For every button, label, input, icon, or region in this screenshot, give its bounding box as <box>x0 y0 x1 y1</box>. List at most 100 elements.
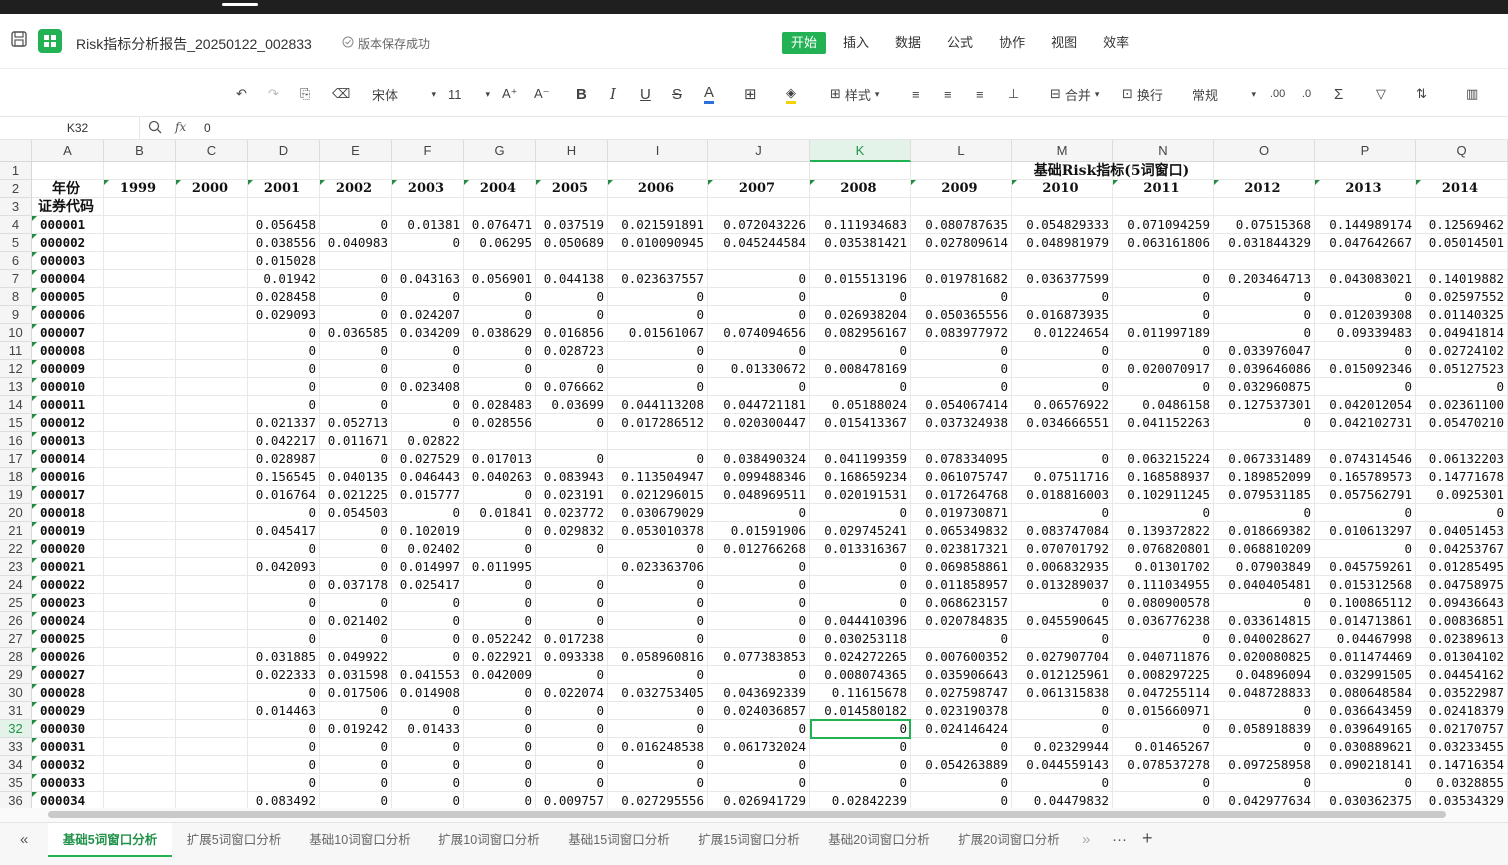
value-cell[interactable]: 0.013316367 <box>810 540 911 558</box>
value-cell[interactable]: 0.139372822 <box>1113 522 1214 540</box>
value-cell[interactable]: 0 <box>1214 414 1315 432</box>
value-cell[interactable]: 0 <box>248 612 320 630</box>
value-cell[interactable]: 0 <box>708 594 810 612</box>
value-cell[interactable] <box>104 738 176 756</box>
value-cell[interactable]: 0 <box>248 594 320 612</box>
value-cell[interactable]: 0 <box>392 792 464 808</box>
value-cell[interactable]: 0 <box>392 648 464 666</box>
value-cell[interactable]: 0.063161806 <box>1113 234 1214 252</box>
value-cell[interactable]: 0.01224654 <box>1012 324 1113 342</box>
column-header-N[interactable]: N <box>1113 140 1214 162</box>
value-cell[interactable] <box>176 792 248 808</box>
menu-efficiency[interactable]: 效率 <box>1094 32 1138 54</box>
value-cell[interactable]: 0.02329944 <box>1012 738 1113 756</box>
value-cell[interactable]: 0.017013 <box>464 450 536 468</box>
value-cell[interactable]: 0.11615678 <box>810 684 911 702</box>
value-cell[interactable]: 0.033976047 <box>1214 342 1315 360</box>
value-cell[interactable] <box>104 378 176 396</box>
value-cell[interactable]: 0 <box>708 288 810 306</box>
value-cell[interactable]: 0.058918839 <box>1214 720 1315 738</box>
next-sheets-icon[interactable]: » <box>1082 831 1090 848</box>
value-cell[interactable] <box>1315 252 1416 270</box>
value-cell[interactable]: 0.030253118 <box>810 630 911 648</box>
value-cell[interactable]: 0.034209 <box>392 324 464 342</box>
value-cell[interactable]: 0 <box>1012 774 1113 792</box>
cell[interactable] <box>392 162 464 180</box>
year-cell[interactable]: 1999 <box>104 180 176 198</box>
value-cell[interactable]: 0 <box>810 504 911 522</box>
value-cell[interactable]: 0.030362375 <box>1315 792 1416 808</box>
value-cell[interactable]: 0 <box>608 774 708 792</box>
year-cell[interactable]: 2006 <box>608 180 708 198</box>
value-cell[interactable]: 0.076471 <box>464 216 536 234</box>
value-cell[interactable] <box>176 630 248 648</box>
value-cell[interactable]: 0.100865112 <box>1315 594 1416 612</box>
italic-icon[interactable]: I <box>610 84 616 104</box>
value-cell[interactable]: 0.043692339 <box>708 684 810 702</box>
value-cell[interactable]: 0 <box>608 288 708 306</box>
value-cell[interactable]: 0.016856 <box>536 324 608 342</box>
value-cell[interactable] <box>104 558 176 576</box>
value-cell[interactable] <box>911 252 1012 270</box>
value-cell[interactable]: 0 <box>464 306 536 324</box>
value-cell[interactable]: 0 <box>320 558 392 576</box>
value-cell[interactable] <box>176 432 248 450</box>
row-header-30[interactable]: 30 <box>0 684 32 702</box>
value-cell[interactable] <box>104 594 176 612</box>
value-cell[interactable]: 0 <box>320 360 392 378</box>
value-cell[interactable]: 0.017264768 <box>911 486 1012 504</box>
value-cell[interactable]: 0.080787635 <box>911 216 1012 234</box>
value-cell[interactable]: 0 <box>810 756 911 774</box>
value-cell[interactable]: 0.029093 <box>248 306 320 324</box>
value-cell[interactable]: 0.04454162 <box>1416 666 1508 684</box>
value-cell[interactable]: 0.044559143 <box>1012 756 1113 774</box>
row-header-2[interactable]: 2 <box>0 180 32 198</box>
value-cell[interactable]: 0.033614815 <box>1214 612 1315 630</box>
row-header-28[interactable]: 28 <box>0 648 32 666</box>
value-cell[interactable]: 0.045417 <box>248 522 320 540</box>
value-cell[interactable]: 0 <box>392 774 464 792</box>
value-cell[interactable]: 0 <box>536 738 608 756</box>
value-cell[interactable]: 0 <box>708 342 810 360</box>
value-cell[interactable]: 0.014997 <box>392 558 464 576</box>
value-cell[interactable]: 0.07515368 <box>1214 216 1315 234</box>
value-cell[interactable]: 0 <box>464 774 536 792</box>
value-cell[interactable]: 0.072043226 <box>708 216 810 234</box>
year-cell[interactable]: 2012 <box>1214 180 1315 198</box>
value-cell[interactable] <box>104 288 176 306</box>
value-cell[interactable]: 0.032991505 <box>1315 666 1416 684</box>
value-cell[interactable] <box>176 666 248 684</box>
value-cell[interactable] <box>176 558 248 576</box>
value-cell[interactable] <box>536 558 608 576</box>
value-cell[interactable]: 0 <box>1214 702 1315 720</box>
value-cell[interactable]: 0 <box>1214 306 1315 324</box>
fill-color-icon[interactable]: ◈ <box>786 84 796 104</box>
value-cell[interactable]: 0.040711876 <box>1113 648 1214 666</box>
value-cell[interactable]: 0 <box>320 522 392 540</box>
sheet-tab-2[interactable]: 基础10词窗口分析 <box>296 823 424 857</box>
value-cell[interactable]: 0.008297225 <box>1113 666 1214 684</box>
value-cell[interactable] <box>176 450 248 468</box>
value-cell[interactable]: 0.070701792 <box>1012 540 1113 558</box>
value-cell[interactable]: 0 <box>320 792 392 808</box>
value-cell[interactable]: 0.127537301 <box>1214 396 1315 414</box>
cell[interactable] <box>1012 198 1113 216</box>
value-cell[interactable] <box>176 216 248 234</box>
value-cell[interactable]: 0 <box>1012 720 1113 738</box>
zoom-search-icon[interactable] <box>148 120 162 137</box>
value-cell[interactable]: 0.045759261 <box>1315 558 1416 576</box>
value-cell[interactable]: 0 <box>708 612 810 630</box>
value-cell[interactable]: 0 <box>708 756 810 774</box>
security-code-cell[interactable]: 000020 <box>32 540 104 558</box>
value-cell[interactable]: 0.028987 <box>248 450 320 468</box>
value-cell[interactable]: 0.032960875 <box>1214 378 1315 396</box>
value-cell[interactable]: 0.026941729 <box>708 792 810 808</box>
row-header-6[interactable]: 6 <box>0 252 32 270</box>
value-cell[interactable]: 0.023772 <box>536 504 608 522</box>
value-cell[interactable]: 0.054067414 <box>911 396 1012 414</box>
value-cell[interactable] <box>810 252 911 270</box>
value-cell[interactable]: 0.015660971 <box>1113 702 1214 720</box>
value-cell[interactable]: 0 <box>1113 504 1214 522</box>
value-cell[interactable] <box>176 594 248 612</box>
value-cell[interactable]: 0.028556 <box>464 414 536 432</box>
